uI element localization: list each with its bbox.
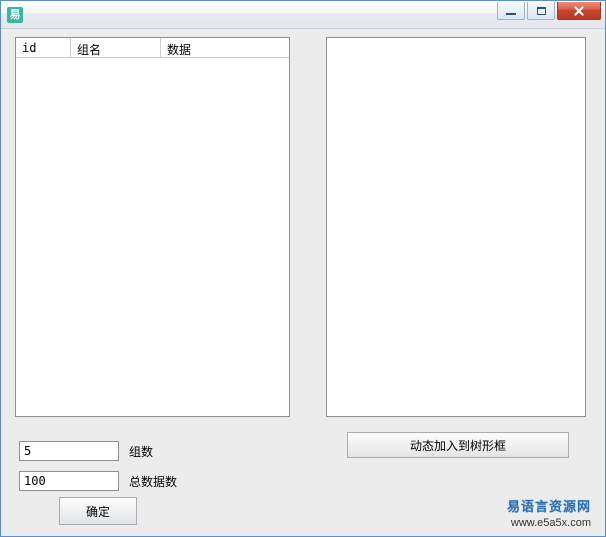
brand-url: www.e5a5x.com — [507, 516, 591, 530]
maximize-button[interactable] — [527, 2, 555, 20]
minimize-icon — [506, 13, 516, 15]
minimize-button[interactable] — [497, 2, 525, 20]
column-group[interactable]: 组名 — [71, 38, 161, 57]
maximize-icon — [537, 7, 546, 15]
app-window: 易 id 组名 数据 组数 — [0, 0, 606, 537]
brand-name: 易语言资源网 — [507, 499, 591, 516]
total-count-row: 总数据数 — [19, 471, 177, 491]
total-count-input[interactable] — [19, 471, 119, 491]
total-count-label: 总数据数 — [129, 473, 177, 490]
app-icon: 易 — [7, 7, 23, 23]
column-id[interactable]: id — [16, 38, 71, 57]
table-header: id 组名 数据 — [16, 38, 289, 58]
data-table[interactable]: id 组名 数据 — [15, 37, 290, 417]
close-icon — [573, 5, 585, 17]
client-area: id 组名 数据 组数 总数据数 确定 动态加入到树形框 易语言资源网 www.… — [1, 29, 605, 536]
ok-button[interactable]: 确定 — [59, 497, 137, 525]
group-count-row: 组数 — [19, 441, 153, 461]
footer-brand: 易语言资源网 www.e5a5x.com — [507, 499, 591, 530]
group-count-input[interactable] — [19, 441, 119, 461]
add-to-tree-button[interactable]: 动态加入到树形框 — [347, 432, 569, 458]
close-button[interactable] — [557, 2, 601, 20]
group-count-label: 组数 — [129, 443, 153, 460]
titlebar: 易 — [1, 1, 605, 29]
tree-view[interactable] — [326, 37, 586, 417]
window-controls — [497, 1, 601, 20]
column-data[interactable]: 数据 — [161, 38, 289, 57]
